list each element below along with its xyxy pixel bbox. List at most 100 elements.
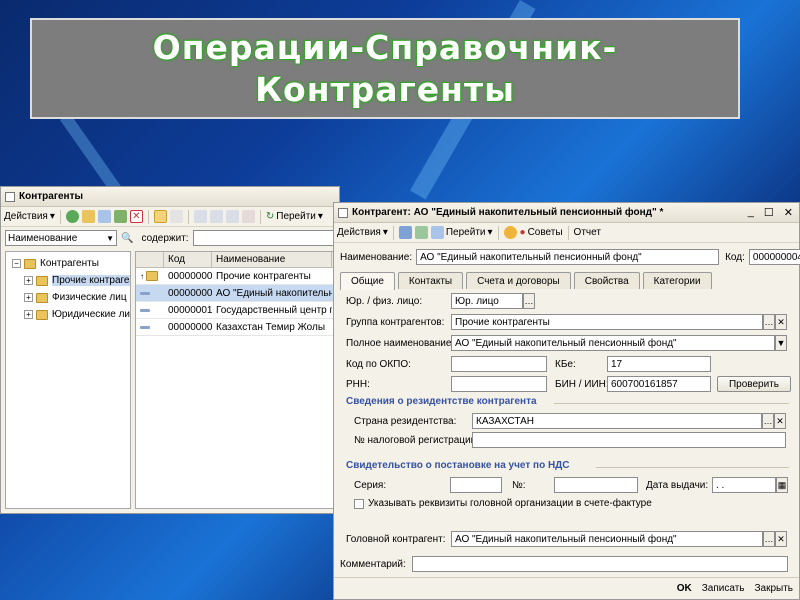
head-input[interactable]: АО "Единый накопительный пенсионный фонд… bbox=[451, 531, 763, 547]
clear-icon[interactable]: ✕ bbox=[775, 531, 787, 547]
edit-icon[interactable] bbox=[113, 210, 127, 223]
code-input[interactable]: 000000004 bbox=[748, 249, 800, 265]
header-name[interactable]: Наименование bbox=[212, 252, 332, 267]
country-input[interactable]: КАЗАХСТАН bbox=[472, 413, 762, 429]
table-row[interactable]: 000000011 Государственный центр по вы bbox=[136, 302, 338, 319]
slide-title-line2: Контрагенты bbox=[255, 69, 515, 109]
ellipsis-icon[interactable]: … bbox=[763, 531, 775, 547]
filter-list-icon[interactable] bbox=[225, 210, 239, 223]
fullname-row: Полное наименование: АО "Единый накопите… bbox=[346, 335, 787, 351]
date-input[interactable]: . . bbox=[712, 477, 776, 493]
table-row[interactable]: ↑ 000000003 Прочие контрагенты bbox=[136, 268, 338, 285]
refresh-icon: ↻ bbox=[265, 211, 275, 222]
filter-icon[interactable] bbox=[193, 210, 207, 223]
actions-menu[interactable]: Действия ▾ bbox=[337, 227, 388, 238]
close-button[interactable]: Закрыть bbox=[754, 583, 793, 594]
goto-menu[interactable]: ↻ Перейти ▾ bbox=[266, 211, 323, 222]
head-org-checkbox-row[interactable]: Указывать реквизиты головной организации… bbox=[354, 498, 652, 509]
filter-value-input[interactable] bbox=[192, 230, 335, 246]
legal-select[interactable]: Юр. лицо bbox=[451, 293, 523, 309]
tree-item-legal[interactable]: + Юридические ли bbox=[6, 306, 130, 323]
okpo-input[interactable] bbox=[451, 356, 547, 372]
goto-menu[interactable]: Перейти ▾ bbox=[430, 226, 493, 239]
taxreg-input[interactable] bbox=[472, 432, 786, 448]
kbe-input[interactable]: 17 bbox=[607, 356, 711, 372]
group-row: Группа контрагентов: Прочие контрагенты … bbox=[346, 314, 787, 330]
add-icon[interactable] bbox=[65, 210, 79, 223]
series-input[interactable] bbox=[450, 477, 502, 493]
actions-menu[interactable]: Действия ▾ bbox=[4, 211, 55, 222]
goto-menu-label: Перейти bbox=[276, 211, 316, 222]
row-name: Прочие контрагенты bbox=[216, 270, 311, 282]
tab-accounts[interactable]: Счета и договоры bbox=[466, 272, 571, 289]
calendar-icon[interactable]: ▦ bbox=[776, 477, 788, 493]
bin-label: БИН / ИИН: bbox=[555, 378, 609, 390]
tab-general[interactable]: Общие bbox=[340, 272, 395, 290]
table-row[interactable]: 000000005 Казахстан Темир Жолы bbox=[136, 319, 338, 336]
expand-icon[interactable]: + bbox=[24, 310, 33, 319]
card-footer: OK Записать Закрыть bbox=[334, 577, 799, 599]
help-icon[interactable] bbox=[503, 226, 517, 239]
filter-field-select[interactable]: Наименование ▼ bbox=[5, 230, 118, 246]
filter-by-value-icon[interactable] bbox=[209, 210, 223, 223]
tree-item-other[interactable]: + Прочие контраге bbox=[6, 272, 130, 289]
actions-menu-label: Действия bbox=[4, 211, 48, 222]
group-input[interactable]: Прочие контрагенты bbox=[451, 314, 763, 330]
date-label: Дата выдачи: bbox=[646, 479, 709, 491]
okpo-label: Код по ОКПО: bbox=[346, 358, 411, 370]
copy-icon[interactable] bbox=[97, 210, 111, 223]
expand-icon[interactable]: + bbox=[24, 276, 33, 285]
row-code: 000000011 bbox=[168, 304, 212, 316]
tab-contacts[interactable]: Контакты bbox=[397, 272, 464, 289]
ellipsis-icon[interactable]: … bbox=[523, 293, 535, 309]
minimize-icon[interactable]: _ bbox=[748, 206, 754, 219]
folder-icon bbox=[36, 292, 48, 303]
clear-icon[interactable]: ✕ bbox=[774, 413, 786, 429]
row-code: 000000004 bbox=[168, 287, 212, 299]
row-code: 000000005 bbox=[168, 321, 212, 333]
clear-filter-icon[interactable] bbox=[241, 210, 255, 223]
collapse-icon[interactable]: − bbox=[12, 259, 21, 268]
header-icon-column[interactable] bbox=[136, 252, 164, 267]
number-input[interactable] bbox=[554, 477, 638, 493]
hierarchy-icon[interactable] bbox=[153, 210, 167, 223]
tab-categories[interactable]: Категории bbox=[642, 272, 712, 289]
tree-item-individuals[interactable]: + Физические лиц bbox=[6, 289, 130, 306]
rnn-input[interactable] bbox=[451, 376, 547, 392]
name-input[interactable]: АО "Единый накопительный пенсионный фонд… bbox=[416, 249, 720, 265]
comment-input[interactable] bbox=[412, 556, 788, 572]
header-code[interactable]: Код bbox=[164, 252, 212, 267]
tips-button[interactable]: ● Советы bbox=[520, 227, 563, 238]
add-group-icon[interactable] bbox=[81, 210, 95, 223]
item-icon bbox=[136, 285, 164, 301]
bin-input[interactable]: 600700161857 bbox=[607, 376, 711, 392]
chevron-down-icon[interactable]: ▼ bbox=[775, 335, 787, 351]
report-button[interactable]: Отчет bbox=[574, 227, 601, 238]
table-row[interactable]: 000000004 АО "Единый накопительный п bbox=[136, 285, 338, 302]
close-icon[interactable]: ✕ bbox=[784, 206, 793, 219]
level-up-icon[interactable] bbox=[169, 210, 183, 223]
clear-icon[interactable]: ✕ bbox=[775, 314, 787, 330]
check-button[interactable]: Проверить bbox=[717, 376, 791, 392]
ellipsis-icon[interactable]: … bbox=[763, 314, 775, 330]
head-org-checkbox[interactable] bbox=[354, 498, 364, 509]
ok-button[interactable]: OK bbox=[677, 583, 692, 594]
folder-icon bbox=[24, 258, 36, 269]
save-icon[interactable] bbox=[398, 226, 412, 239]
fullname-input[interactable]: АО "Единый накопительный пенсионный фонд… bbox=[451, 335, 775, 351]
tree-item-root[interactable]: − Контрагенты bbox=[6, 255, 130, 272]
country-label: Страна резидентства: bbox=[354, 415, 457, 427]
expand-icon[interactable]: + bbox=[24, 293, 33, 302]
country-row: Страна резидентства: КАЗАХСТАН … ✕ bbox=[354, 413, 786, 429]
name-row: Наименование: АО "Единый накопительный п… bbox=[340, 249, 800, 265]
tab-properties[interactable]: Свойства bbox=[573, 272, 640, 289]
maximize-icon[interactable]: ☐ bbox=[764, 206, 774, 219]
delete-icon[interactable]: ✕ bbox=[129, 210, 143, 223]
save-button[interactable]: Записать bbox=[702, 583, 745, 594]
search-icon[interactable]: 🔍 bbox=[121, 233, 133, 244]
folder-icon: ↑ bbox=[136, 268, 164, 284]
ellipsis-icon[interactable]: … bbox=[762, 413, 774, 429]
refresh-icon[interactable] bbox=[414, 226, 428, 239]
toolbar-separator bbox=[259, 209, 261, 224]
actions-menu-label: Действия bbox=[337, 227, 381, 238]
